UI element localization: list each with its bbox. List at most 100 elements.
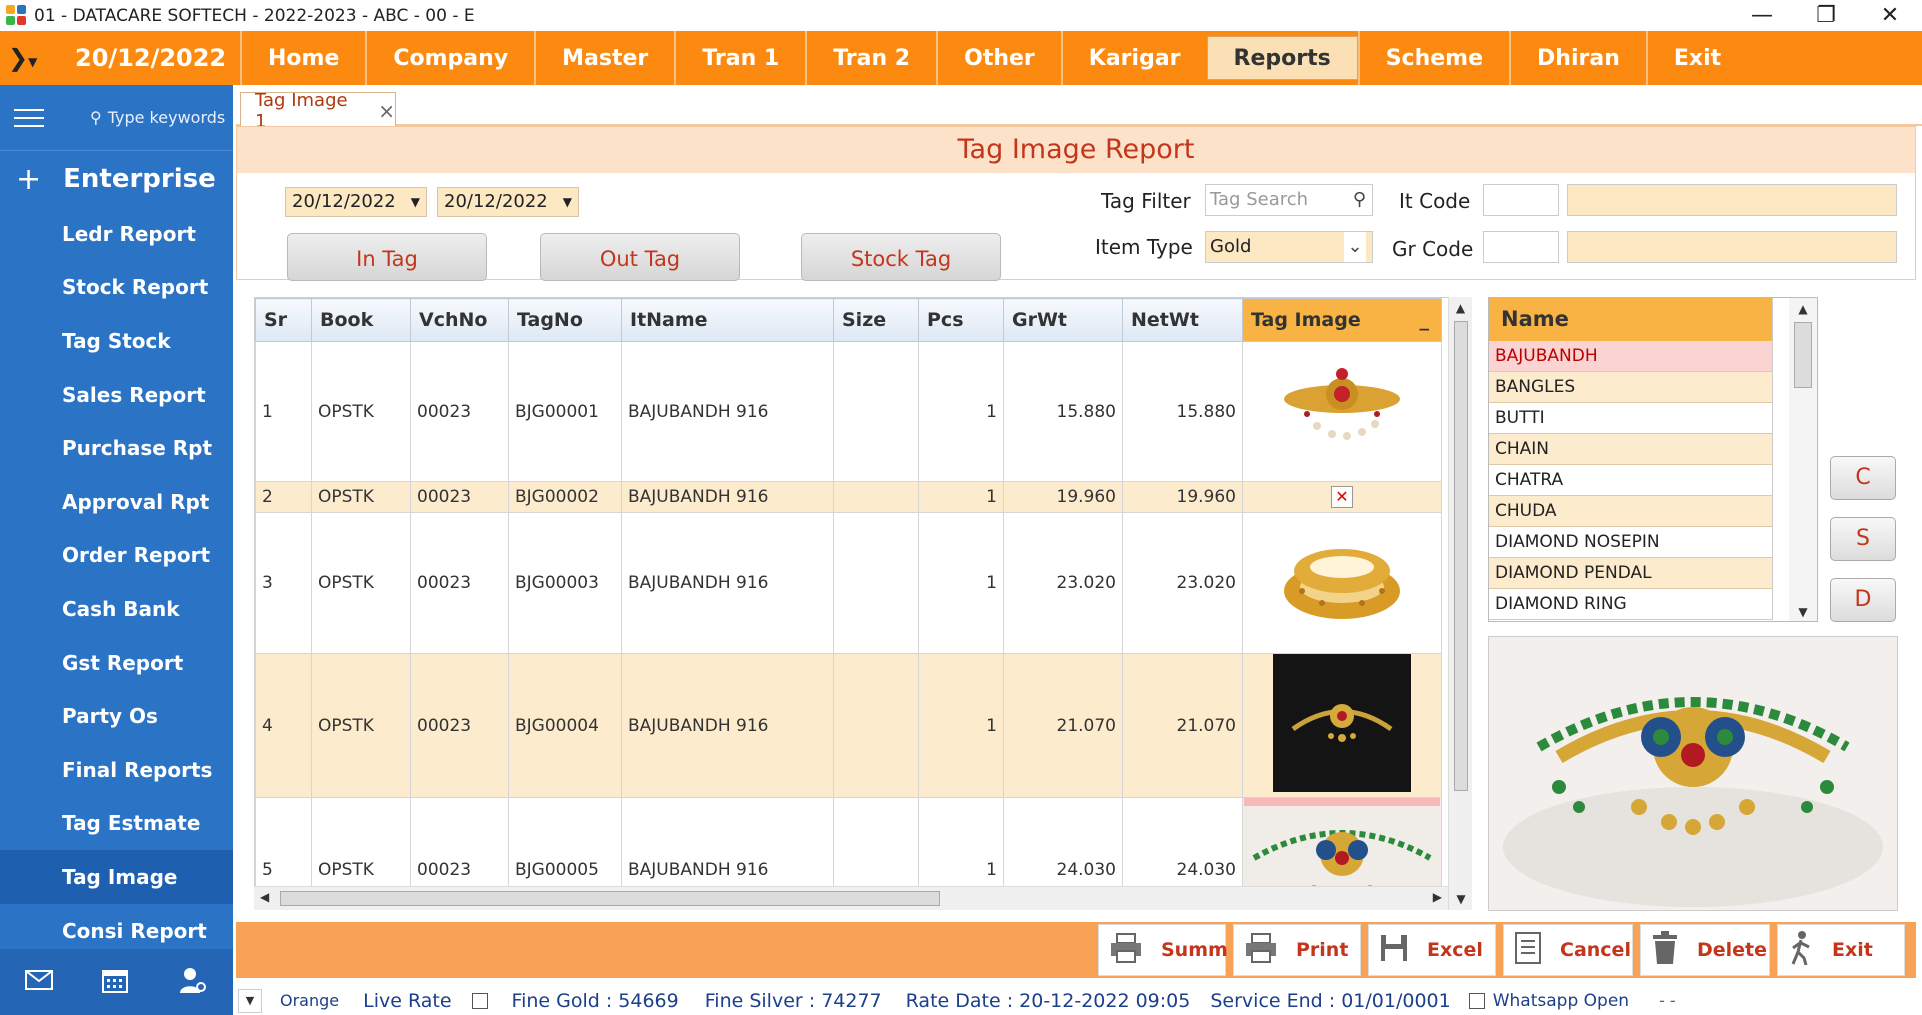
col-header-size[interactable]: Size xyxy=(833,298,919,342)
scroll-up-icon[interactable]: ▲ xyxy=(1449,301,1472,315)
minimize-icon[interactable]: — xyxy=(1730,3,1794,28)
col-header-vchno[interactable]: VchNo xyxy=(410,298,509,342)
in-tag-button[interactable]: In Tag xyxy=(287,233,487,281)
menu-dhiran[interactable]: Dhiran xyxy=(1509,31,1646,85)
list-item[interactable]: CHUDA xyxy=(1489,496,1773,527)
theme-name[interactable]: Orange xyxy=(280,991,339,1010)
it-code-name-field[interactable] xyxy=(1567,184,1897,216)
list-item[interactable]: DIAMOND RING xyxy=(1489,589,1773,620)
cell-grwt: 15.880 xyxy=(1003,341,1123,482)
menu-other[interactable]: Other xyxy=(936,31,1061,85)
menu-exit[interactable]: Exit xyxy=(1645,31,1747,85)
col-header-tagno[interactable]: TagNo xyxy=(508,298,622,342)
hamburger-menu-icon[interactable] xyxy=(14,103,44,133)
bangles-image xyxy=(1284,548,1400,619)
col-header-grwt[interactable]: GrWt xyxy=(1003,298,1123,342)
col-header-sr[interactable]: Sr xyxy=(255,298,312,342)
mail-icon[interactable] xyxy=(24,970,53,994)
list-item[interactable]: DIAMOND NOSEPIN xyxy=(1489,527,1773,558)
sidebar-section-label: Enterprise xyxy=(63,164,216,194)
sidebar-item-party-os[interactable]: Party Os xyxy=(0,689,233,743)
sidebar-item-tag-stock[interactable]: Tag Stock xyxy=(0,314,233,368)
col-header-book[interactable]: Book xyxy=(311,298,411,342)
summ-button[interactable]: Summ xyxy=(1098,924,1228,976)
excel-button[interactable]: Excel xyxy=(1368,924,1496,976)
menu-company[interactable]: Company xyxy=(365,31,534,85)
table-row[interactable]: 2 OPSTK 00023 BJG00002 BAJUBANDH 916 1 1… xyxy=(255,481,1442,513)
sidebar-item-cash-bank[interactable]: Cash Bank xyxy=(0,582,233,636)
vertical-scroll-thumb[interactable] xyxy=(1794,322,1812,388)
list-item[interactable]: BANGLES xyxy=(1489,372,1773,403)
sidebar-item-order-report[interactable]: Order Report xyxy=(0,529,233,583)
table-row[interactable]: 1 OPSTK 00023 BJG00001 BAJUBANDH 916 1 1… xyxy=(255,341,1442,482)
delete-button[interactable]: Delete xyxy=(1640,924,1770,976)
name-list-header[interactable]: Name xyxy=(1489,298,1773,341)
d-button[interactable]: D xyxy=(1830,578,1896,622)
table-row[interactable]: 3 OPSTK 00023 BJG00003 BAJUBANDH 916 1 2… xyxy=(255,512,1442,654)
sidebar-item-gst-report[interactable]: Gst Report xyxy=(0,636,233,690)
scroll-up-icon[interactable]: ▲ xyxy=(1789,302,1817,316)
sidebar-item-approval-rpt[interactable]: Approval Rpt xyxy=(0,475,233,529)
col-header-itname[interactable]: ItName xyxy=(621,298,834,342)
col-header-tag-image[interactable]: Tag Image _ xyxy=(1242,298,1442,342)
sidebar-item-ledr-report[interactable]: Ledr Report xyxy=(0,207,233,261)
restore-icon[interactable]: ❐ xyxy=(1794,3,1858,28)
it-code-input[interactable] xyxy=(1483,184,1559,216)
sidebar-item-tag-image[interactable]: Tag Image xyxy=(0,850,233,904)
live-rate-checkbox[interactable] xyxy=(471,992,488,1009)
user-settings-icon[interactable] xyxy=(178,966,208,998)
print-button[interactable]: Print xyxy=(1233,924,1361,976)
grid-vertical-scrollbar[interactable]: ▲ ▼ xyxy=(1448,297,1472,910)
s-button[interactable]: S xyxy=(1830,517,1896,561)
table-row[interactable]: 4 OPSTK 00023 BJG00004 BAJUBANDH 916 1 2… xyxy=(255,653,1442,798)
gr-code-input[interactable] xyxy=(1483,231,1559,263)
calendar-icon[interactable] xyxy=(102,967,129,997)
menu-scheme[interactable]: Scheme xyxy=(1357,31,1509,85)
sidebar-item-stock-report[interactable]: Stock Report xyxy=(0,261,233,315)
cancel-button[interactable]: Cancel xyxy=(1503,924,1633,976)
date-to-select[interactable]: 20/12/2022 ▼ xyxy=(437,187,579,217)
scroll-left-icon[interactable]: ◀ xyxy=(260,890,269,904)
horizontal-scroll-thumb[interactable] xyxy=(280,891,940,906)
item-type-select[interactable]: Gold ⌄ xyxy=(1205,231,1373,263)
sidebar-item-final-reports[interactable]: Final Reports xyxy=(0,743,233,797)
close-tab-icon[interactable]: × xyxy=(378,99,395,123)
tab-tag-image-1[interactable]: Tag Image 1 × xyxy=(240,90,396,132)
menu-chevron-icon[interactable]: ❯▼ xyxy=(0,44,50,72)
c-button[interactable]: C xyxy=(1830,456,1896,500)
sidebar-search[interactable]: ⚲ Type keywords xyxy=(90,108,225,127)
date-from-select[interactable]: 20/12/2022 ▼ xyxy=(285,187,427,217)
vertical-scroll-thumb[interactable] xyxy=(1453,321,1468,791)
sidebar-item-tag-estmate[interactable]: Tag Estmate xyxy=(0,797,233,851)
gr-code-name-field[interactable] xyxy=(1567,231,1897,263)
list-item[interactable]: DIAMOND PENDAL xyxy=(1489,558,1773,589)
sidebar-item-sales-report[interactable]: Sales Report xyxy=(0,368,233,422)
menu-tran-1[interactable]: Tran 1 xyxy=(674,31,805,85)
list-item[interactable]: CHAIN xyxy=(1489,434,1773,465)
list-item[interactable]: BUTTI xyxy=(1489,403,1773,434)
close-window-icon[interactable]: ✕ xyxy=(1858,3,1922,28)
menu-home[interactable]: Home xyxy=(240,31,365,85)
name-list-scrollbar[interactable]: ▲ ▼ xyxy=(1789,298,1817,621)
out-tag-button[interactable]: Out Tag xyxy=(540,233,740,281)
tag-search-input[interactable]: Tag Search ⚲ xyxy=(1205,184,1373,216)
menu-reports[interactable]: Reports xyxy=(1206,36,1358,80)
theme-dropdown-arrow-icon[interactable]: ▼ xyxy=(238,988,262,1013)
col-header-netwt[interactable]: NetWt xyxy=(1122,298,1243,342)
col-header-pcs[interactable]: Pcs xyxy=(918,298,1004,342)
menu-master[interactable]: Master xyxy=(534,31,674,85)
exit-button[interactable]: Exit xyxy=(1777,924,1905,976)
menu-karigar[interactable]: Karigar xyxy=(1060,31,1207,85)
list-item[interactable]: BAJUBANDH xyxy=(1489,341,1773,372)
grid-horizontal-scrollbar[interactable]: ◀ ▶ xyxy=(254,886,1448,910)
scroll-down-icon[interactable]: ▼ xyxy=(1789,605,1817,619)
sidebar-section-enterprise[interactable]: + Enterprise xyxy=(0,151,233,207)
sidebar-item-purchase-rpt[interactable]: Purchase Rpt xyxy=(0,421,233,475)
menu-tran-2[interactable]: Tran 2 xyxy=(805,31,936,85)
scroll-down-icon[interactable]: ▼ xyxy=(1449,892,1473,906)
whatsapp-checkbox[interactable] xyxy=(1468,992,1485,1009)
scroll-right-icon[interactable]: ▶ xyxy=(1433,890,1442,904)
list-item[interactable]: CHATRA xyxy=(1489,465,1773,496)
stock-tag-button[interactable]: Stock Tag xyxy=(801,233,1001,281)
current-date: 20/12/2022 xyxy=(75,44,227,72)
